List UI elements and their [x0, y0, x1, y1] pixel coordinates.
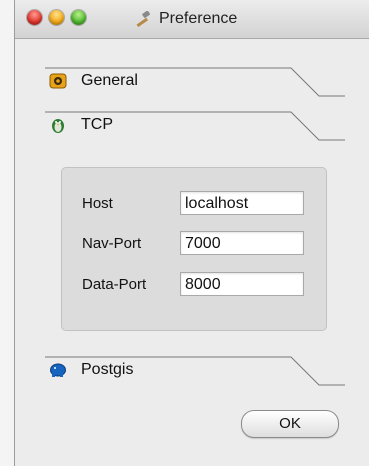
- section-general-label: General: [81, 72, 138, 89]
- tcp-penguin-icon: [52, 119, 64, 133]
- tcp-settings-panel: Host localhost Nav-Port 7000 Data-Port 8…: [61, 167, 327, 331]
- data-port-label: Data-Port: [82, 276, 147, 293]
- preference-window: Preference General TCP Host localhost Na…: [14, 0, 369, 466]
- host-label: Host: [82, 195, 113, 212]
- ok-button[interactable]: OK: [241, 410, 339, 438]
- zoom-window-button[interactable]: [71, 10, 86, 25]
- close-window-button[interactable]: [27, 10, 42, 25]
- section-postgis[interactable]: Postgis: [45, 356, 345, 386]
- section-tcp[interactable]: TCP: [45, 111, 345, 141]
- hammer-icon: [136, 11, 151, 27]
- postgis-elephant-icon: [50, 363, 66, 377]
- data-port-field[interactable]: 8000: [180, 272, 304, 296]
- nav-port-field[interactable]: 7000: [180, 231, 304, 255]
- window-title: Preference: [159, 10, 238, 27]
- section-general[interactable]: General: [45, 67, 345, 97]
- section-tcp-label: TCP: [81, 116, 113, 133]
- title-bar: Preference: [15, 0, 369, 39]
- section-postgis-label: Postgis: [81, 361, 134, 378]
- nav-port-label: Nav-Port: [82, 235, 142, 252]
- minimize-window-button[interactable]: [49, 10, 64, 25]
- general-box-icon: [49, 73, 67, 89]
- host-field[interactable]: localhost: [180, 191, 304, 215]
